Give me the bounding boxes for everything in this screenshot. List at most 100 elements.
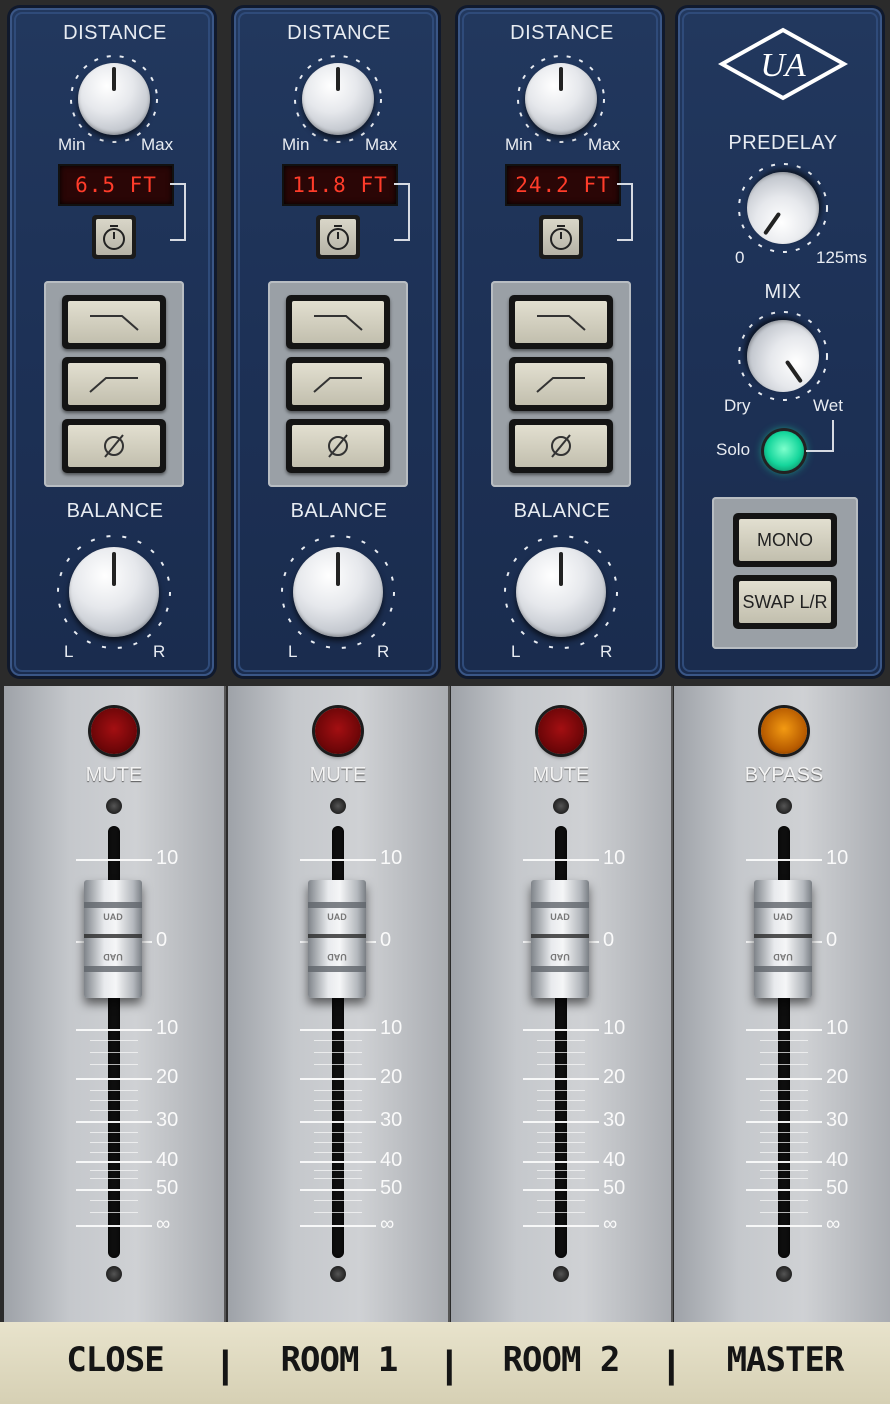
fader-cap[interactable]: UAD UAD <box>754 880 812 998</box>
name-separator: | <box>666 1344 677 1386</box>
scale-tick-minor <box>760 1110 808 1111</box>
distance-label: DISTANCE <box>287 22 391 44</box>
readout-connector <box>394 183 410 241</box>
scale-tick-minor <box>90 1052 138 1053</box>
mute-button[interactable] <box>538 708 584 754</box>
swap-lr-button[interactable]: SWAP L/R <box>733 575 837 629</box>
low-pass-button[interactable] <box>509 295 613 349</box>
scale-label: ∞ <box>826 1213 841 1235</box>
channel-name-close: CLOSE <box>66 1340 164 1380</box>
mix-knob[interactable] <box>732 305 834 407</box>
scale-label: 40 <box>156 1149 179 1171</box>
cap-band <box>84 902 142 908</box>
timer-button[interactable] <box>316 215 360 259</box>
scale-tick-minor <box>90 1040 138 1041</box>
scale-tick-minor <box>760 1040 808 1041</box>
readout-connector <box>170 183 186 241</box>
scale-tick-minor <box>314 1142 362 1143</box>
scale-tick-minor <box>760 1052 808 1053</box>
fader-cap[interactable]: UAD UAD <box>531 880 589 998</box>
cap-band <box>308 966 366 972</box>
channel-name-master: MASTER <box>726 1340 845 1380</box>
predelay-knob[interactable] <box>732 157 834 259</box>
scale-tick <box>76 1161 152 1163</box>
balance-knob[interactable] <box>501 532 621 652</box>
mix-dry-label: Dry <box>724 396 751 415</box>
balance-knob[interactable] <box>278 532 398 652</box>
scale-tick-minor <box>90 1212 138 1213</box>
phase-invert-button[interactable] <box>62 419 166 473</box>
distance-knob[interactable] <box>291 52 385 146</box>
scale-tick-minor <box>90 1200 138 1201</box>
scale-tick <box>746 1161 822 1163</box>
scale-tick <box>300 1161 376 1163</box>
filter-button-group <box>268 281 408 487</box>
scale-tick-minor <box>90 1110 138 1111</box>
scale-tick-minor <box>760 1142 808 1143</box>
scale-tick-minor <box>537 1170 585 1171</box>
screw-icon <box>106 798 122 814</box>
cap-band <box>754 966 812 972</box>
scale-label: 10 <box>156 847 179 869</box>
distance-label: DISTANCE <box>510 22 614 44</box>
balance-left-label: L <box>288 642 298 661</box>
scale-tick-minor <box>760 1200 808 1201</box>
scale-tick-minor <box>90 1064 138 1065</box>
scale-label: 30 <box>603 1109 626 1131</box>
high-pass-button[interactable] <box>509 357 613 411</box>
scale-tick-minor <box>537 1142 585 1143</box>
scale-tick-minor <box>90 1100 138 1101</box>
phase-invert-button[interactable] <box>509 419 613 473</box>
scale-label: 30 <box>826 1109 849 1131</box>
mute-label: MUTE <box>532 764 590 786</box>
fader-cap[interactable]: UAD UAD <box>84 880 142 998</box>
screw-icon <box>776 798 792 814</box>
distance-max-label: Max <box>141 135 174 154</box>
scale-label: 10 <box>156 1017 179 1039</box>
distance-knob[interactable] <box>67 52 161 146</box>
timer-icon <box>327 225 349 250</box>
balance-knob[interactable] <box>54 532 174 652</box>
scale-tick-minor <box>90 1132 138 1133</box>
scale-tick <box>746 1029 822 1031</box>
scale-label: 20 <box>826 1066 849 1088</box>
low-pass-button[interactable] <box>286 295 390 349</box>
bypass-button[interactable] <box>761 708 807 754</box>
scale-tick-minor <box>90 1142 138 1143</box>
timer-button[interactable] <box>539 215 583 259</box>
scale-tick-minor <box>760 1178 808 1179</box>
scale-label: 10 <box>380 1017 403 1039</box>
scale-tick <box>76 1225 152 1227</box>
scale-tick <box>746 859 822 861</box>
channel-name-room2: ROOM 2 <box>502 1340 621 1380</box>
high-pass-button[interactable] <box>286 357 390 411</box>
cap-badge: UAD <box>773 952 793 962</box>
balance-label: BALANCE <box>66 500 164 522</box>
mix-wet-label: Wet <box>813 396 843 415</box>
scale-label: 20 <box>603 1066 626 1088</box>
fader-cap[interactable]: UAD UAD <box>308 880 366 998</box>
phase-invert-button[interactable] <box>286 419 390 473</box>
cap-band <box>754 902 812 908</box>
scale-tick-minor <box>314 1110 362 1111</box>
scale-label: 10 <box>603 847 626 869</box>
scale-tick <box>76 1121 152 1123</box>
mute-button[interactable] <box>315 708 361 754</box>
mute-button[interactable] <box>91 708 137 754</box>
phase-invert-icon <box>328 434 348 458</box>
scale-label: 10 <box>826 1017 849 1039</box>
mono-button[interactable]: MONO <box>733 513 837 567</box>
high-pass-button[interactable] <box>62 357 166 411</box>
solo-connector <box>806 420 834 452</box>
distance-knob[interactable] <box>514 52 608 146</box>
low-pass-button[interactable] <box>62 295 166 349</box>
solo-led-button[interactable] <box>764 431 804 471</box>
timer-button[interactable] <box>92 215 136 259</box>
scale-tick-minor <box>90 1090 138 1091</box>
scale-label: 40 <box>826 1149 849 1171</box>
scale-tick-minor <box>760 1064 808 1065</box>
cap-band <box>531 934 589 938</box>
scale-tick-minor <box>760 1090 808 1091</box>
timer-icon <box>103 225 125 250</box>
scale-tick-minor <box>760 1132 808 1133</box>
